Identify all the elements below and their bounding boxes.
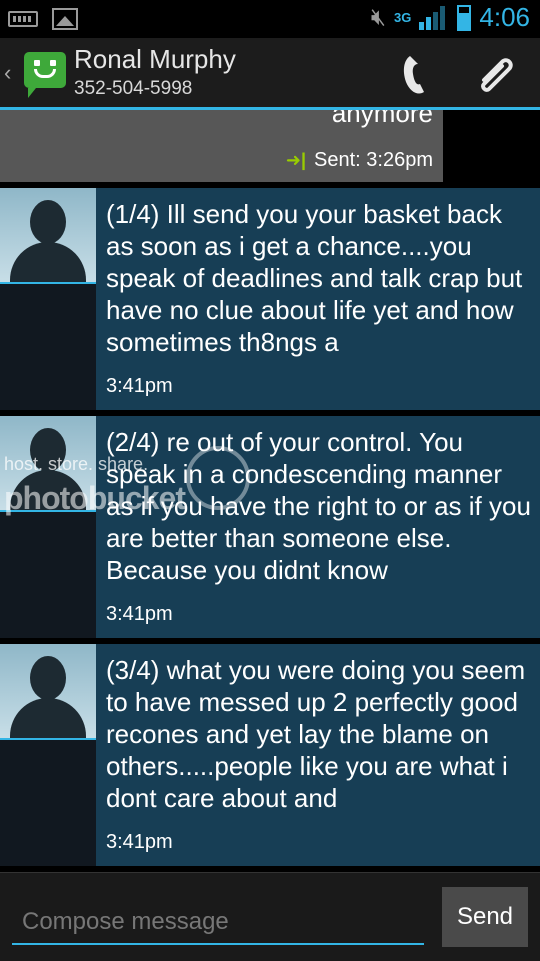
network-type: 3G [394,10,412,25]
compose-bar: Send [0,872,540,961]
message-text: (2/4) re out of your control. You speak … [106,427,531,585]
battery-icon [457,4,472,31]
message-bubble: (1/4) Ill send you your basket back as s… [96,188,540,410]
message-time: 3:41pm [106,603,173,625]
status-bar: 🔇︎ 3G 4:06 [0,0,540,38]
contact-name: Ronal Murphy [74,44,236,74]
sent-status-text: Sent: 3:26pm [314,149,433,171]
send-button[interactable]: Send [442,887,528,947]
signal-icon [419,5,449,30]
back-chevron-icon[interactable]: ‹ [4,60,11,86]
call-icon[interactable] [398,52,438,96]
compose-message-input[interactable] [12,901,424,945]
status-clock: 4:06 [479,2,530,32]
attach-icon[interactable] [470,50,522,102]
contact-avatar[interactable] [0,188,96,284]
sent-arrow-icon: ➜| [285,150,307,170]
sent-status: ➜| Sent: 3:26pm [286,149,433,172]
conversation-header: ‹ Ronal Murphy 352-504-5998 [0,38,540,110]
keyboard-icon [8,11,38,27]
picture-icon [52,8,78,30]
message-bubble: (2/4) re out of your control. You speak … [96,416,540,638]
message-text: (1/4) Ill send you your basket back as s… [106,199,523,357]
contact-number: 352-504-5998 [74,78,193,99]
sent-message-text: anymore [331,110,433,128]
message-text: (3/4) what you were doing you seem to ha… [106,655,526,813]
mute-icon: 🔇︎ [370,3,387,31]
contact-avatar[interactable] [0,416,96,512]
message-time: 3:41pm [106,831,173,853]
messaging-app-icon[interactable] [24,52,66,98]
message-time: 3:41pm [106,375,173,397]
message-bubble: (3/4) what you were doing you seem to ha… [96,644,540,866]
message-item[interactable]: (1/4) Ill send you your basket back as s… [0,188,540,410]
contact-avatar[interactable] [0,644,96,740]
message-thread[interactable]: anymore ➜| Sent: 3:26pm (1/4) Ill send y… [0,110,540,872]
message-item[interactable]: (2/4) re out of your control. You speak … [0,416,540,638]
sent-message[interactable]: anymore ➜| Sent: 3:26pm [0,110,443,182]
message-item[interactable]: (3/4) what you were doing you seem to ha… [0,644,540,866]
